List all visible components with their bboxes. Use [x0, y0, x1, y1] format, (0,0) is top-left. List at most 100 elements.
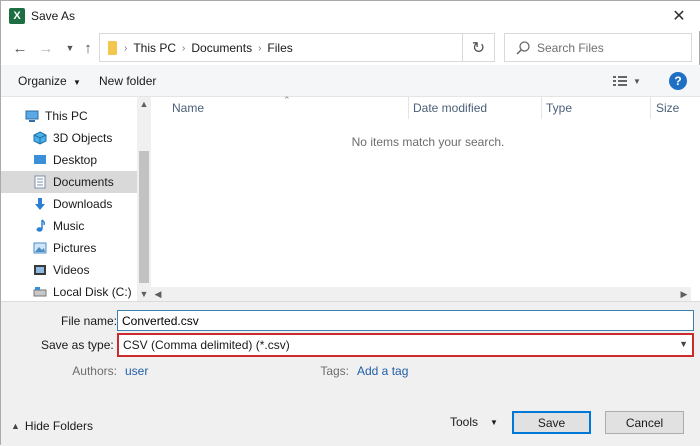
help-icon: ? — [674, 74, 682, 88]
save-as-type-label: Save as type: — [41, 338, 114, 352]
save-as-type-dropdown[interactable]: CSV (Comma delimited) (*.csv) ▼ — [117, 333, 694, 357]
sidebar-item-label: Pictures — [53, 241, 97, 255]
navigation-pane: This PC 3D Objects Desktop Documents Dow… — [1, 97, 151, 301]
film-icon — [34, 265, 46, 275]
sidebar-item-label: Local Disk (C:) — [53, 285, 132, 299]
breadcrumb-item-this-pc[interactable]: This PC — [133, 41, 176, 55]
breadcrumb-separator-icon: › — [258, 42, 262, 54]
refresh-icon: ↻ — [471, 39, 486, 57]
caret-down-icon: ▼ — [490, 417, 498, 427]
scroll-up-arrow-icon[interactable]: ▲ — [137, 97, 151, 111]
column-divider[interactable] — [650, 97, 651, 119]
sidebar-item-videos[interactable]: Videos — [1, 259, 137, 281]
empty-folder-message: No items match your search. — [351, 135, 505, 149]
caret-down-icon: ▼ — [73, 78, 81, 87]
breadcrumb-item-files[interactable]: Files — [267, 41, 292, 55]
sidebar-item-label: Desktop — [53, 153, 98, 167]
organize-menu[interactable]: Organize ▼ — [18, 74, 81, 88]
sidebar-item-pictures[interactable]: Pictures — [1, 237, 137, 259]
sort-ascending-icon: ⌃ — [283, 95, 291, 105]
refresh-button[interactable]: ↻ — [463, 33, 495, 62]
up-button[interactable]: ↑ — [79, 39, 97, 57]
column-header-type[interactable]: Type — [546, 101, 572, 115]
breadcrumb-item-documents[interactable]: Documents — [191, 41, 252, 55]
sidebar-item-music[interactable]: Music — [1, 215, 137, 237]
tags-input[interactable]: Add a tag — [357, 364, 408, 378]
desktop-icon — [34, 155, 46, 164]
sidebar-item-this-pc[interactable]: This PC — [1, 105, 137, 127]
breadcrumb-separator-icon: › — [182, 42, 186, 54]
file-name-label: File name: — [61, 314, 118, 328]
sidebar-item-label: Downloads — [53, 197, 113, 211]
column-header-size[interactable]: Size — [656, 101, 679, 115]
save-as-dialog: X Save As ✕ ← → ▼ ↑ › This PC › Document… — [0, 0, 700, 446]
hide-folders-button[interactable]: ▲ Hide Folders — [11, 419, 93, 433]
sidebar-item-label: Videos — [53, 263, 90, 277]
chevron-up-icon: ▲ — [11, 421, 20, 431]
sidebar-item-label: 3D Objects — [53, 131, 113, 145]
tags-label: Tags: — [320, 364, 349, 378]
navigation-pane-scrollbar[interactable]: ▲ ▼ — [137, 97, 151, 301]
new-folder-button[interactable]: New folder — [99, 74, 156, 88]
save-options-panel: File name: Save as type: CSV (Comma deli… — [1, 301, 700, 446]
back-arrow-icon: ← — [12, 39, 28, 57]
sidebar-item-3d-objects[interactable]: 3D Objects — [1, 127, 137, 149]
help-button[interactable]: ? — [669, 72, 687, 90]
save-button[interactable]: Save — [512, 411, 591, 434]
caret-down-icon: ▼ — [633, 76, 641, 86]
breadcrumb: › This PC › Documents › Files — [124, 41, 293, 55]
command-bar: Organize ▼ New folder ▼ ? — [1, 65, 700, 97]
close-icon: ✕ — [672, 8, 686, 25]
download-arrow-icon — [35, 198, 45, 210]
sidebar-item-label: Music — [53, 219, 85, 233]
pictures-icon — [33, 242, 47, 254]
scroll-right-arrow-icon[interactable]: ▶ — [677, 287, 691, 301]
column-divider[interactable] — [541, 97, 542, 119]
hide-folders-label: Hide Folders — [24, 419, 93, 433]
change-view-button[interactable]: ▼ — [613, 72, 647, 90]
chevron-down-icon: ▼ — [65, 43, 75, 53]
close-button[interactable]: ✕ — [657, 1, 700, 31]
search-icon — [516, 41, 530, 55]
window-title: Save As — [31, 9, 76, 23]
forward-button[interactable]: → — [37, 39, 55, 57]
file-name-input[interactable] — [117, 310, 694, 331]
music-note-icon — [36, 219, 45, 232]
authors-value[interactable]: user — [125, 364, 148, 378]
cancel-button[interactable]: Cancel — [605, 411, 684, 434]
sidebar-item-documents[interactable]: Documents — [1, 171, 137, 193]
authors-label: Authors: — [72, 364, 117, 378]
column-header-name[interactable]: Name — [172, 101, 204, 115]
drive-icon — [33, 287, 47, 297]
scroll-thumb[interactable] — [139, 151, 149, 283]
sidebar-item-label: Documents — [53, 175, 114, 189]
cube-icon — [33, 131, 47, 145]
details-view-icon — [613, 76, 627, 86]
tools-menu[interactable]: Tools ▼ — [450, 415, 498, 429]
recent-locations-button[interactable]: ▼ — [61, 39, 79, 57]
save-as-type-value: CSV (Comma delimited) (*.csv) — [123, 338, 290, 352]
file-list: ⌃ Name Date modified Type Size No items … — [151, 95, 700, 301]
scroll-left-arrow-icon[interactable]: ◀ — [151, 287, 165, 301]
forward-arrow-icon: → — [38, 39, 54, 57]
organize-label: Organize — [18, 74, 67, 88]
chevron-down-icon: ▼ — [679, 339, 688, 349]
search-box[interactable] — [504, 33, 692, 62]
address-bar[interactable]: › This PC › Documents › Files — [99, 33, 463, 62]
sidebar-item-downloads[interactable]: Downloads — [1, 193, 137, 215]
scroll-down-arrow-icon[interactable]: ▼ — [137, 287, 151, 301]
column-header-date-modified[interactable]: Date modified — [413, 101, 487, 115]
title-bar: X Save As ✕ — [1, 1, 700, 31]
horizontal-scrollbar[interactable]: ◀ ▶ — [151, 287, 691, 301]
column-divider[interactable] — [408, 97, 409, 119]
column-headers: ⌃ Name Date modified Type Size — [151, 95, 700, 119]
tools-label: Tools — [450, 415, 479, 429]
excel-app-icon: X — [9, 8, 25, 24]
sidebar-item-local-disk[interactable]: Local Disk (C:) — [1, 281, 137, 301]
back-button[interactable]: ← — [11, 39, 29, 57]
search-input[interactable] — [537, 38, 687, 58]
documents-icon — [34, 175, 46, 189]
breadcrumb-separator-icon: › — [124, 42, 128, 54]
sidebar-item-desktop[interactable]: Desktop — [1, 149, 137, 171]
sidebar-item-label: This PC — [45, 109, 88, 123]
